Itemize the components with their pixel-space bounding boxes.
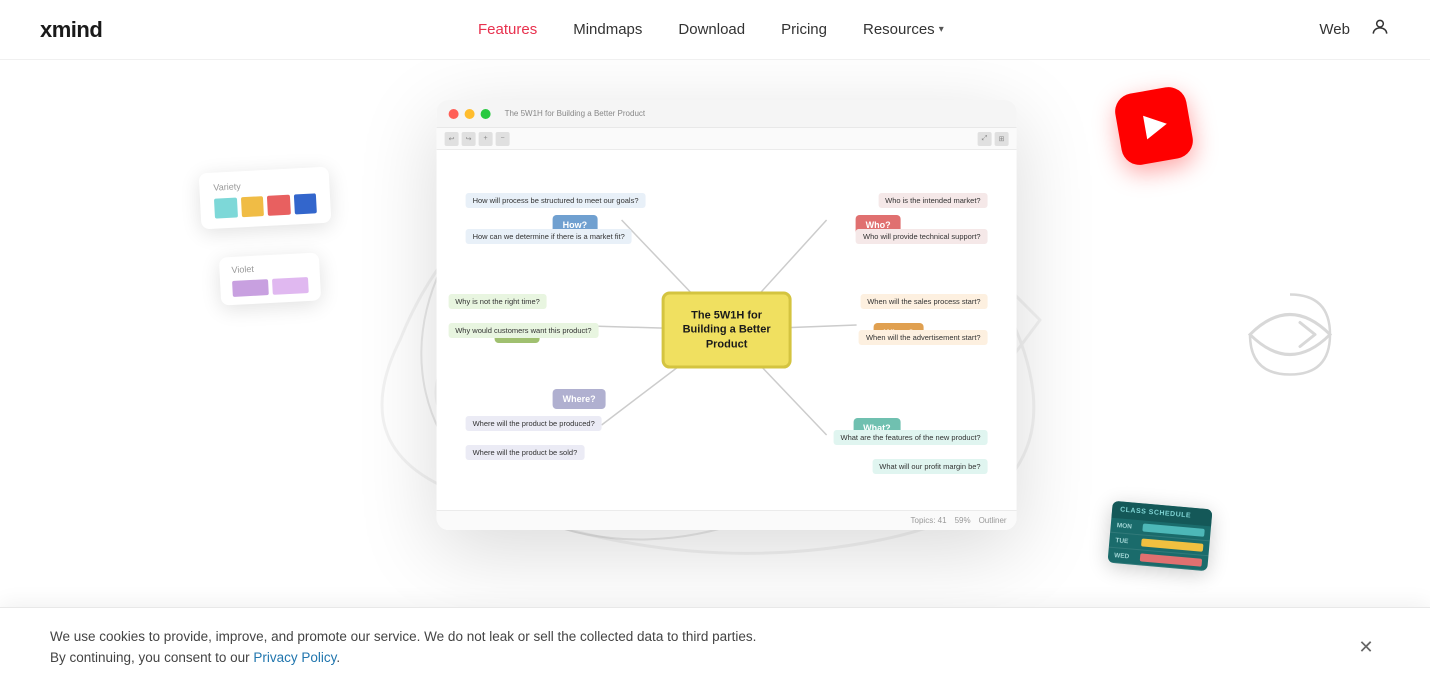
window-dot-red xyxy=(449,109,459,119)
mindmap-topics-count: Topics: 41 xyxy=(911,516,947,525)
toolbar-btn-3[interactable]: + xyxy=(479,132,493,146)
nav-download[interactable]: Download xyxy=(678,21,745,38)
cookie-text-line2: By continuing, you consent to our xyxy=(50,650,253,665)
mindmap-subnode-what-1: What are the features of the new product… xyxy=(834,430,988,445)
mindmap-content: The 5W1H for Building a Better Product W… xyxy=(437,150,1017,510)
schedule-day-mon: MON xyxy=(1116,522,1139,531)
youtube-icon xyxy=(1112,84,1195,167)
nav-links: Features Mindmaps Download Pricing Resou… xyxy=(478,21,944,38)
toolbar-btn-1[interactable]: ↩ xyxy=(445,132,459,146)
schedule-card: CLASS SCHEDULE MON TUE WED xyxy=(1107,501,1212,571)
cookie-banner: We use cookies to provide, improve, and … xyxy=(0,607,1430,687)
swatch-4 xyxy=(293,193,317,214)
toolbar-btn-2[interactable]: ↪ xyxy=(462,132,476,146)
mindmap-subnode-why-2: Why would customers want this product? xyxy=(448,323,598,338)
schedule-bar-wed xyxy=(1140,553,1202,566)
mindmap-subnode-where-2: Where will the product be sold? xyxy=(466,445,585,460)
mindmap-subnode-when-1: When will the sales process start? xyxy=(860,294,987,309)
mindmap-statusbar: Topics: 41 59% Outliner xyxy=(437,510,1017,530)
youtube-play-triangle xyxy=(1143,112,1169,139)
nav-pricing[interactable]: Pricing xyxy=(781,21,827,38)
logo-text: xmind xyxy=(40,17,102,43)
cookie-text: We use cookies to provide, improve, and … xyxy=(50,626,756,669)
mindmap-toolbar: ↩ ↪ + − ⤢ ⊞ xyxy=(437,128,1017,150)
palette-violet-card: Violet xyxy=(219,252,321,305)
palette-violet-label: Violet xyxy=(231,261,307,275)
cookie-text-line1: We use cookies to provide, improve, and … xyxy=(50,629,756,644)
palette-variety-swatches xyxy=(214,193,317,218)
chevron-down-icon: ▾ xyxy=(939,24,944,35)
toolbar-btn-4[interactable]: − xyxy=(496,132,510,146)
mindmap-outliner: Outliner xyxy=(979,516,1007,525)
palette-variety-card: Variety xyxy=(199,167,332,230)
mindmap-subnode-where-1: Where will the product be produced? xyxy=(466,416,602,431)
mindmap-subnode-when-2: When will the advertisement start? xyxy=(859,330,988,345)
mindmap-subnode-why-1: Why is not the right time? xyxy=(448,294,547,309)
palette-variety-label: Variety xyxy=(213,177,315,192)
mindmap-subnode-who-1: Who is the intended market? xyxy=(878,193,987,208)
nav-actions: Web xyxy=(1319,17,1390,43)
cookie-close-button[interactable]: ✕ xyxy=(1352,633,1380,661)
mindmap-subnode-who-2: Who will provide technical support? xyxy=(856,229,988,244)
cookie-link-suffix: . xyxy=(336,650,340,665)
navbar: xmind Features Mindmaps Download Pricing… xyxy=(0,0,1430,60)
palette-violet-swatches xyxy=(232,277,309,297)
mindmap-subnode-how-2: How can we determine if there is a marke… xyxy=(466,229,632,244)
nav-web-link[interactable]: Web xyxy=(1319,21,1350,38)
logo[interactable]: xmind xyxy=(40,17,102,43)
mindmap-zoom: 59% xyxy=(955,516,971,525)
cookie-privacy-link[interactable]: Privacy Policy xyxy=(253,650,336,665)
toolbar-btn-5[interactable]: ⤢ xyxy=(978,132,992,146)
user-icon[interactable] xyxy=(1370,17,1390,43)
nav-resources[interactable]: Resources ▾ xyxy=(863,21,944,38)
swatch-1 xyxy=(214,197,238,218)
schedule-bar-tue xyxy=(1141,538,1203,551)
swatch-violet-1 xyxy=(232,279,269,297)
nav-mindmaps[interactable]: Mindmaps xyxy=(573,21,642,38)
mindmap-center-node: The 5W1H for Building a Better Product xyxy=(662,292,792,369)
swatch-violet-2 xyxy=(272,277,309,295)
mindmap-titlebar: The 5W1H for Building a Better Product xyxy=(437,100,1017,128)
toolbar-btn-6[interactable]: ⊞ xyxy=(995,132,1009,146)
hero-section: Variety Violet The 5W1H for Building a B… xyxy=(0,0,1430,687)
nav-features[interactable]: Features xyxy=(478,21,537,38)
swatch-2 xyxy=(240,196,264,217)
mindmap-title: The 5W1H for Building a Better Product xyxy=(505,109,646,118)
mindmap-window: The 5W1H for Building a Better Product ↩… xyxy=(437,100,1017,530)
swatch-3 xyxy=(267,195,291,216)
window-dot-yellow xyxy=(465,109,475,119)
bg-arrow-right xyxy=(1230,274,1350,413)
window-dot-green xyxy=(481,109,491,119)
schedule-day-wed: WED xyxy=(1114,552,1137,561)
mindmap-node-where: Where? xyxy=(553,389,606,409)
schedule-day-tue: TUE xyxy=(1115,537,1138,546)
schedule-bar-mon xyxy=(1142,523,1204,536)
mindmap-subnode-what-2: What will our profit margin be? xyxy=(872,459,987,474)
mindmap-subnode-how-1: How will process be structured to meet o… xyxy=(466,193,646,208)
